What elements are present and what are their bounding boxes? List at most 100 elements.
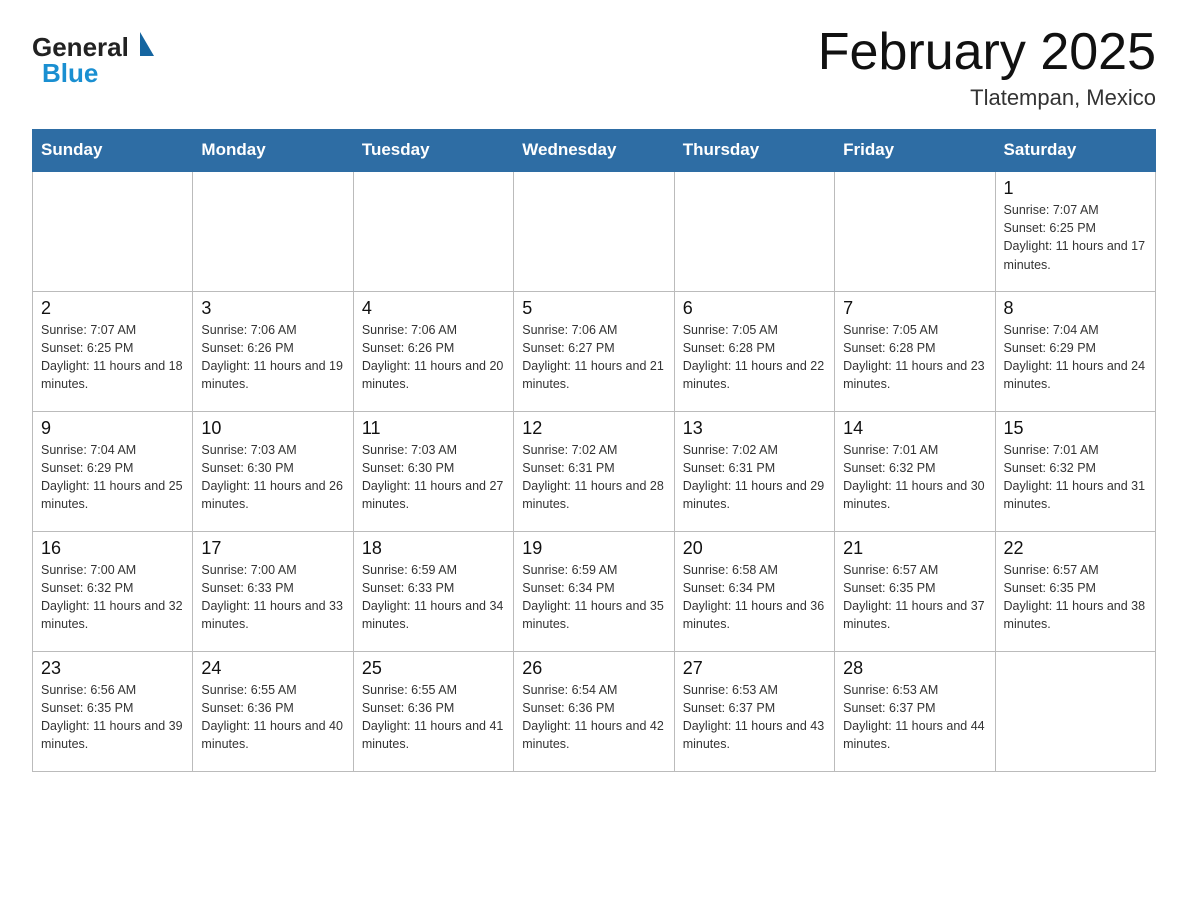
day-number: 17 [201, 538, 344, 559]
day-number: 2 [41, 298, 184, 319]
day-info: Sunrise: 6:57 AMSunset: 6:35 PMDaylight:… [1004, 561, 1147, 634]
day-info: Sunrise: 7:04 AMSunset: 6:29 PMDaylight:… [1004, 321, 1147, 394]
calendar-day-cell: 14Sunrise: 7:01 AMSunset: 6:32 PMDayligh… [835, 411, 995, 531]
days-of-week-row: SundayMondayTuesdayWednesdayThursdayFrid… [33, 130, 1156, 172]
day-info: Sunrise: 6:55 AMSunset: 6:36 PMDaylight:… [362, 681, 505, 754]
day-number: 1 [1004, 178, 1147, 199]
day-info: Sunrise: 7:07 AMSunset: 6:25 PMDaylight:… [1004, 201, 1147, 274]
day-number: 6 [683, 298, 826, 319]
calendar-week-row: 16Sunrise: 7:00 AMSunset: 6:32 PMDayligh… [33, 531, 1156, 651]
day-number: 8 [1004, 298, 1147, 319]
day-number: 15 [1004, 418, 1147, 439]
day-info: Sunrise: 7:03 AMSunset: 6:30 PMDaylight:… [362, 441, 505, 514]
calendar-day-cell: 19Sunrise: 6:59 AMSunset: 6:34 PMDayligh… [514, 531, 674, 651]
calendar-day-cell [514, 171, 674, 291]
day-info: Sunrise: 7:01 AMSunset: 6:32 PMDaylight:… [1004, 441, 1147, 514]
day-number: 19 [522, 538, 665, 559]
day-number: 28 [843, 658, 986, 679]
day-number: 24 [201, 658, 344, 679]
day-info: Sunrise: 7:06 AMSunset: 6:26 PMDaylight:… [201, 321, 344, 394]
day-info: Sunrise: 7:01 AMSunset: 6:32 PMDaylight:… [843, 441, 986, 514]
calendar-day-cell: 9Sunrise: 7:04 AMSunset: 6:29 PMDaylight… [33, 411, 193, 531]
calendar-day-cell: 11Sunrise: 7:03 AMSunset: 6:30 PMDayligh… [353, 411, 513, 531]
day-number: 20 [683, 538, 826, 559]
calendar-day-cell: 18Sunrise: 6:59 AMSunset: 6:33 PMDayligh… [353, 531, 513, 651]
calendar-day-cell [995, 651, 1155, 771]
day-info: Sunrise: 6:53 AMSunset: 6:37 PMDaylight:… [683, 681, 826, 754]
day-number: 4 [362, 298, 505, 319]
location-title: Tlatempan, Mexico [818, 85, 1156, 111]
day-number: 12 [522, 418, 665, 439]
day-info: Sunrise: 7:02 AMSunset: 6:31 PMDaylight:… [683, 441, 826, 514]
day-of-week-header: Tuesday [353, 130, 513, 172]
calendar-day-cell: 27Sunrise: 6:53 AMSunset: 6:37 PMDayligh… [674, 651, 834, 771]
day-info: Sunrise: 7:05 AMSunset: 6:28 PMDaylight:… [683, 321, 826, 394]
calendar-day-cell: 13Sunrise: 7:02 AMSunset: 6:31 PMDayligh… [674, 411, 834, 531]
day-info: Sunrise: 7:04 AMSunset: 6:29 PMDaylight:… [41, 441, 184, 514]
day-number: 11 [362, 418, 505, 439]
day-of-week-header: Saturday [995, 130, 1155, 172]
calendar-day-cell [835, 171, 995, 291]
day-number: 16 [41, 538, 184, 559]
day-info: Sunrise: 6:55 AMSunset: 6:36 PMDaylight:… [201, 681, 344, 754]
svg-text:Blue: Blue [42, 58, 98, 88]
month-title: February 2025 [818, 24, 1156, 81]
day-number: 27 [683, 658, 826, 679]
calendar-day-cell: 5Sunrise: 7:06 AMSunset: 6:27 PMDaylight… [514, 291, 674, 411]
day-info: Sunrise: 7:05 AMSunset: 6:28 PMDaylight:… [843, 321, 986, 394]
page-header: General Blue February 2025 Tlatempan, Me… [32, 24, 1156, 111]
calendar-day-cell: 4Sunrise: 7:06 AMSunset: 6:26 PMDaylight… [353, 291, 513, 411]
day-info: Sunrise: 6:54 AMSunset: 6:36 PMDaylight:… [522, 681, 665, 754]
calendar-day-cell: 20Sunrise: 6:58 AMSunset: 6:34 PMDayligh… [674, 531, 834, 651]
calendar-day-cell: 23Sunrise: 6:56 AMSunset: 6:35 PMDayligh… [33, 651, 193, 771]
day-info: Sunrise: 6:56 AMSunset: 6:35 PMDaylight:… [41, 681, 184, 754]
calendar-day-cell [353, 171, 513, 291]
calendar-day-cell [674, 171, 834, 291]
day-number: 23 [41, 658, 184, 679]
day-of-week-header: Friday [835, 130, 995, 172]
calendar-day-cell: 17Sunrise: 7:00 AMSunset: 6:33 PMDayligh… [193, 531, 353, 651]
calendar-day-cell: 12Sunrise: 7:02 AMSunset: 6:31 PMDayligh… [514, 411, 674, 531]
day-number: 14 [843, 418, 986, 439]
calendar-day-cell [33, 171, 193, 291]
day-info: Sunrise: 7:02 AMSunset: 6:31 PMDaylight:… [522, 441, 665, 514]
day-of-week-header: Wednesday [514, 130, 674, 172]
day-info: Sunrise: 7:00 AMSunset: 6:33 PMDaylight:… [201, 561, 344, 634]
day-of-week-header: Sunday [33, 130, 193, 172]
day-number: 18 [362, 538, 505, 559]
calendar-day-cell: 7Sunrise: 7:05 AMSunset: 6:28 PMDaylight… [835, 291, 995, 411]
calendar-week-row: 2Sunrise: 7:07 AMSunset: 6:25 PMDaylight… [33, 291, 1156, 411]
calendar-day-cell: 25Sunrise: 6:55 AMSunset: 6:36 PMDayligh… [353, 651, 513, 771]
calendar-day-cell [193, 171, 353, 291]
day-number: 22 [1004, 538, 1147, 559]
day-number: 7 [843, 298, 986, 319]
calendar-day-cell: 10Sunrise: 7:03 AMSunset: 6:30 PMDayligh… [193, 411, 353, 531]
day-info: Sunrise: 6:59 AMSunset: 6:33 PMDaylight:… [362, 561, 505, 634]
calendar-week-row: 9Sunrise: 7:04 AMSunset: 6:29 PMDaylight… [33, 411, 1156, 531]
title-block: February 2025 Tlatempan, Mexico [818, 24, 1156, 111]
logo: General Blue [32, 24, 192, 89]
day-info: Sunrise: 6:59 AMSunset: 6:34 PMDaylight:… [522, 561, 665, 634]
day-info: Sunrise: 7:06 AMSunset: 6:26 PMDaylight:… [362, 321, 505, 394]
calendar-day-cell: 3Sunrise: 7:06 AMSunset: 6:26 PMDaylight… [193, 291, 353, 411]
calendar-day-cell: 15Sunrise: 7:01 AMSunset: 6:32 PMDayligh… [995, 411, 1155, 531]
day-info: Sunrise: 7:07 AMSunset: 6:25 PMDaylight:… [41, 321, 184, 394]
calendar-day-cell: 21Sunrise: 6:57 AMSunset: 6:35 PMDayligh… [835, 531, 995, 651]
day-number: 25 [362, 658, 505, 679]
calendar-day-cell: 16Sunrise: 7:00 AMSunset: 6:32 PMDayligh… [33, 531, 193, 651]
calendar-day-cell: 26Sunrise: 6:54 AMSunset: 6:36 PMDayligh… [514, 651, 674, 771]
day-of-week-header: Thursday [674, 130, 834, 172]
day-number: 5 [522, 298, 665, 319]
calendar-week-row: 1Sunrise: 7:07 AMSunset: 6:25 PMDaylight… [33, 171, 1156, 291]
day-info: Sunrise: 7:03 AMSunset: 6:30 PMDaylight:… [201, 441, 344, 514]
day-number: 10 [201, 418, 344, 439]
calendar-day-cell: 1Sunrise: 7:07 AMSunset: 6:25 PMDaylight… [995, 171, 1155, 291]
day-number: 9 [41, 418, 184, 439]
calendar-day-cell: 8Sunrise: 7:04 AMSunset: 6:29 PMDaylight… [995, 291, 1155, 411]
calendar-day-cell: 6Sunrise: 7:05 AMSunset: 6:28 PMDaylight… [674, 291, 834, 411]
day-of-week-header: Monday [193, 130, 353, 172]
day-info: Sunrise: 6:58 AMSunset: 6:34 PMDaylight:… [683, 561, 826, 634]
calendar-day-cell: 2Sunrise: 7:07 AMSunset: 6:25 PMDaylight… [33, 291, 193, 411]
day-info: Sunrise: 7:00 AMSunset: 6:32 PMDaylight:… [41, 561, 184, 634]
calendar-day-cell: 28Sunrise: 6:53 AMSunset: 6:37 PMDayligh… [835, 651, 995, 771]
